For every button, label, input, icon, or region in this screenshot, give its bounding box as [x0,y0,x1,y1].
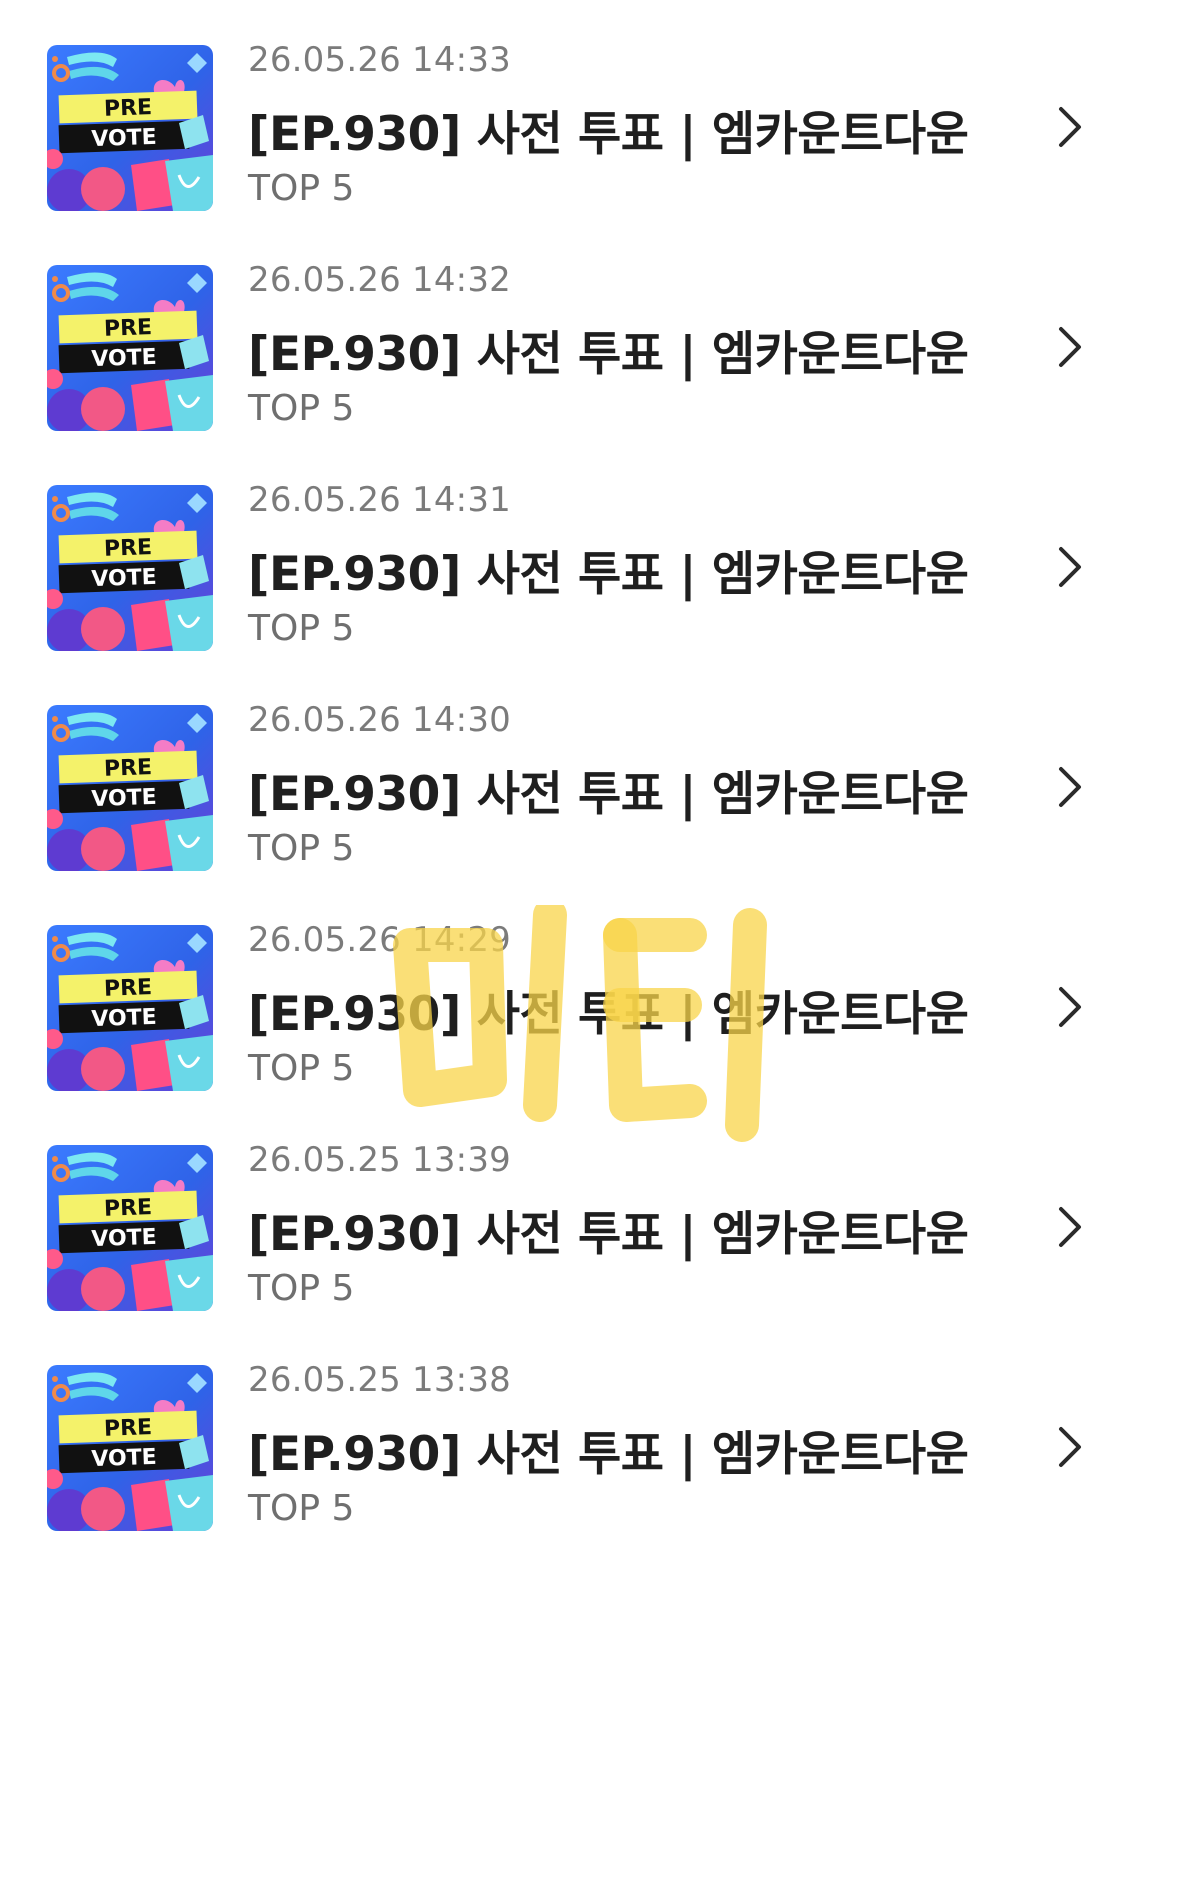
chevron-right-icon[interactable] [1055,765,1085,809]
thumbnail-pre-text: PRE [104,1415,153,1442]
item-datetime: 26.05.25 13:39 [248,1140,511,1180]
item-subtitle: TOP 5 [248,608,355,649]
item-subtitle: TOP 5 [248,1048,355,1089]
item-datetime: 26.05.25 13:38 [248,1360,511,1400]
item-datetime: 26.05.26 14:31 [248,480,511,520]
thumbnail-pre-text: PRE [104,315,153,342]
thumbnail-vote-text: VOTE [91,1445,157,1472]
item-subtitle: TOP 5 [248,388,355,429]
thumbnail-vote-text: VOTE [91,565,157,592]
chevron-right-icon[interactable] [1055,325,1085,369]
item-datetime: 26.05.26 14:29 [248,920,511,960]
pre-vote-thumbnail: PRE VOTE [47,265,213,431]
pre-vote-thumbnail: PRE VOTE [47,1145,213,1311]
pre-vote-thumbnail: PRE VOTE [47,925,213,1091]
item-datetime: 26.05.26 14:32 [248,260,511,300]
item-title: [EP.930] 사전 투표 | 엠카운트다운 [248,107,969,162]
item-title: [EP.930] 사전 투표 | 엠카운트다운 [248,327,969,382]
thumbnail-pre-text: PRE [104,1195,153,1222]
item-subtitle: TOP 5 [248,168,355,209]
item-title: [EP.930] 사전 투표 | 엠카운트다운 [248,1207,969,1262]
thumbnail-vote-text: VOTE [91,345,157,372]
thumbnail-vote-text: VOTE [91,1005,157,1032]
item-title: [EP.930] 사전 투표 | 엠카운트다운 [248,547,969,602]
item-datetime: 26.05.26 14:33 [248,40,511,80]
chevron-right-icon[interactable] [1055,105,1085,149]
thumbnail-pre-text: PRE [104,755,153,782]
item-subtitle: TOP 5 [248,1268,355,1309]
pre-vote-thumbnail: PRE VOTE [47,705,213,871]
chevron-right-icon[interactable] [1055,545,1085,589]
list-item[interactable]: PRE VOTE 26.05.25 13:38 [EP.930] 사전 투표 |… [0,1332,1179,1592]
item-title: [EP.930] 사전 투표 | 엠카운트다운 [248,767,969,822]
item-title: [EP.930] 사전 투표 | 엠카운트다운 [248,987,969,1042]
chevron-right-icon[interactable] [1055,1205,1085,1249]
item-datetime: 26.05.26 14:30 [248,700,511,740]
thumbnail-vote-text: VOTE [91,125,157,152]
thumbnail-vote-text: VOTE [91,785,157,812]
item-subtitle: TOP 5 [248,828,355,869]
pre-vote-thumbnail: PRE VOTE [47,45,213,211]
chevron-right-icon[interactable] [1055,1425,1085,1469]
thumbnail-vote-text: VOTE [91,1225,157,1252]
pre-vote-thumbnail: PRE VOTE [47,485,213,651]
chevron-right-icon[interactable] [1055,985,1085,1029]
thumbnail-pre-text: PRE [104,95,153,122]
thumbnail-pre-text: PRE [104,975,153,1002]
pre-vote-thumbnail: PRE VOTE [47,1365,213,1531]
item-title: [EP.930] 사전 투표 | 엠카운트다운 [248,1427,969,1482]
thumbnail-pre-text: PRE [104,535,153,562]
item-subtitle: TOP 5 [248,1488,355,1529]
